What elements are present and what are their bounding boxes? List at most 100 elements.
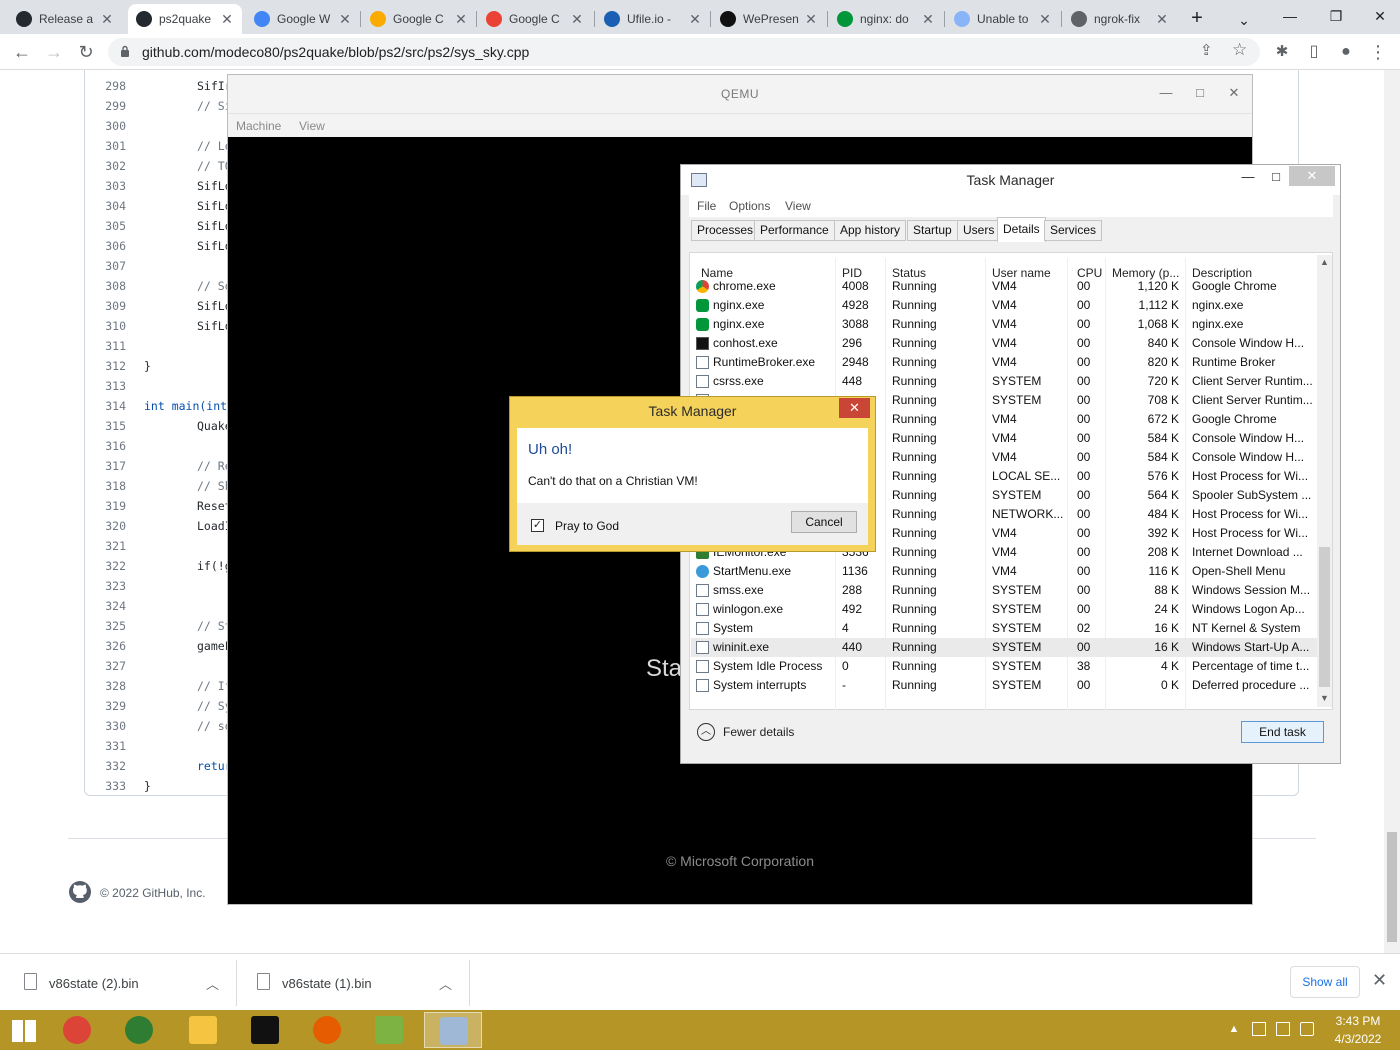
line-number[interactable]: 304	[84, 196, 126, 216]
side-panel-icon[interactable]: ▯	[1302, 40, 1326, 64]
line-number[interactable]: 314	[84, 396, 126, 416]
address-bar[interactable]: github.com/modeco80/ps2quake/blob/ps2/sr…	[108, 38, 1260, 66]
qemu-minimize-button[interactable]: —	[1156, 85, 1176, 100]
line-number[interactable]: 322	[84, 556, 126, 576]
taskbar-chrome[interactable]	[48, 1012, 106, 1048]
browser-tab[interactable]: ngrok-fix ✕	[1063, 4, 1177, 34]
browser-tab[interactable]: ps2quake ✕	[128, 4, 242, 34]
chevron-up-icon[interactable]: ︿	[439, 974, 452, 993]
maximize-button[interactable]: ❐	[1314, 0, 1358, 34]
table-row[interactable]: nginx.exe 4928 Running VM4 00 1,112 K nginx.ex…	[691, 296, 1317, 315]
tab-close-icon[interactable]: ✕	[570, 11, 584, 28]
line-number[interactable]: 315	[84, 416, 126, 436]
page-scrollbar-thumb[interactable]	[1387, 832, 1397, 942]
show-all-button[interactable]: Show all	[1290, 966, 1360, 998]
table-row[interactable]: StartMenu.exe 1136 Running VM4 00 116 K Open-S…	[691, 562, 1317, 581]
line-number[interactable]: 321	[84, 536, 126, 556]
line-number[interactable]: 331	[84, 736, 126, 756]
browser-tab[interactable]: Ufile.io - ✕	[596, 4, 710, 34]
tab-close-icon[interactable]: ✕	[338, 11, 352, 28]
line-number[interactable]: 329	[84, 696, 126, 716]
table-row[interactable]: winlogon.exe 492 Running SYSTEM 00 24 K Window…	[691, 600, 1317, 619]
scroll-down-arrow-icon[interactable]: ▼	[1319, 693, 1330, 703]
cancel-button[interactable]: Cancel	[791, 511, 857, 533]
close-window-button[interactable]: ✕	[1358, 0, 1400, 34]
qemu-menu-machine[interactable]: Machine	[236, 119, 281, 133]
scroll-up-arrow-icon[interactable]: ▲	[1319, 257, 1330, 267]
tab-performance[interactable]: Performance	[754, 220, 835, 241]
tab-users[interactable]: Users	[957, 220, 1001, 241]
browser-tab[interactable]: Google C ✕	[478, 4, 592, 34]
line-number[interactable]: 328	[84, 676, 126, 696]
line-number[interactable]: 324	[84, 596, 126, 616]
tab-close-icon[interactable]: ✕	[454, 11, 468, 28]
taskbar-file-explorer[interactable]	[174, 1012, 232, 1048]
chevron-up-icon[interactable]: ︿	[206, 974, 219, 993]
dialog-close-button[interactable]: ✕	[839, 398, 870, 418]
taskbar-qemu[interactable]	[298, 1012, 356, 1048]
taskbar-network-globe[interactable]	[110, 1012, 168, 1048]
tab-startup[interactable]: Startup	[907, 220, 958, 241]
tm-minimize-button[interactable]: —	[1237, 169, 1259, 184]
tm-maximize-button[interactable]: □	[1265, 169, 1287, 184]
action-center-flag-icon[interactable]	[1252, 1022, 1266, 1036]
tab-app-history[interactable]: App history	[834, 220, 907, 241]
task-manager-titlebar[interactable]: Task Manager — □ ✕	[681, 165, 1340, 195]
line-number[interactable]: 319	[84, 496, 126, 516]
line-number[interactable]: 308	[84, 276, 126, 296]
line-number[interactable]: 311	[84, 336, 126, 356]
browser-tab[interactable]: Google C ✕	[362, 4, 476, 34]
line-number[interactable]: 309	[84, 296, 126, 316]
error-dialog[interactable]: Task Manager ✕ Uh oh! Can't do that on a…	[509, 396, 876, 552]
line-number[interactable]: 318	[84, 476, 126, 496]
tab-close-icon[interactable]: ✕	[1155, 11, 1169, 28]
volume-muted-icon[interactable]	[1300, 1022, 1314, 1036]
pray-checkbox[interactable]: ✓	[531, 519, 544, 532]
line-number[interactable]: 332	[84, 756, 126, 776]
taskbar-command-prompt[interactable]	[236, 1012, 294, 1048]
browser-tab[interactable]: WePresen ✕	[712, 4, 826, 34]
line-number[interactable]: 305	[84, 216, 126, 236]
line-number[interactable]: 333	[84, 776, 126, 796]
taskbar-notepad-plus-plus[interactable]	[360, 1012, 418, 1048]
qemu-maximize-button[interactable]: □	[1190, 85, 1210, 100]
tab-close-icon[interactable]: ✕	[1038, 11, 1052, 28]
line-number[interactable]: 301	[84, 136, 126, 156]
tab-close-icon[interactable]: ✕	[921, 11, 935, 28]
line-number[interactable]: 323	[84, 576, 126, 596]
download-item[interactable]: v86state (2).bin ︿	[0, 954, 236, 1011]
tab-close-icon[interactable]: ✕	[100, 11, 114, 28]
line-number[interactable]: 312	[84, 356, 126, 376]
tab-processes[interactable]: Processes	[691, 220, 760, 241]
line-number[interactable]: 320	[84, 516, 126, 536]
collapse-chevron-icon[interactable]: ︿	[697, 723, 715, 741]
tab-details[interactable]: Details	[997, 217, 1046, 242]
profile-avatar[interactable]: ●	[1334, 40, 1358, 64]
back-button[interactable]: ←	[10, 40, 34, 64]
clock-time[interactable]: 3:43 PM	[1320, 1014, 1396, 1028]
browser-tab[interactable]: Unable to ✕	[946, 4, 1060, 34]
table-row[interactable]: conhost.exe 296 Running VM4 00 840 K Console W…	[691, 334, 1317, 353]
taskbar-task-manager[interactable]	[424, 1012, 482, 1048]
tm-menu-file[interactable]: File	[697, 199, 716, 213]
page-scrollbar[interactable]	[1384, 70, 1400, 953]
minimize-button[interactable]: —	[1268, 0, 1312, 34]
line-number[interactable]: 306	[84, 236, 126, 256]
tm-menu-options[interactable]: Options	[729, 199, 770, 213]
line-number[interactable]: 326	[84, 636, 126, 656]
table-row[interactable]: wininit.exe 440 Running SYSTEM 00 16 K Windows…	[691, 638, 1317, 657]
table-row[interactable]: System Idle Process 0 Running SYSTEM 38 4 K Pe…	[691, 657, 1317, 676]
line-number[interactable]: 302	[84, 156, 126, 176]
github-logo-icon[interactable]	[68, 880, 92, 904]
bookmark-star-icon[interactable]: ☆	[1232, 40, 1247, 60]
process-list-scrollbar-thumb[interactable]	[1319, 547, 1330, 687]
table-row[interactable]: System 4 Running SYSTEM 02 16 K NT Kernel & Sy…	[691, 619, 1317, 638]
tab-services[interactable]: Services	[1044, 220, 1103, 241]
table-row[interactable]: chrome.exe 4008 Running VM4 00 1,120 K Google …	[691, 277, 1317, 296]
tab-close-icon[interactable]: ✕	[688, 11, 702, 28]
end-task-button[interactable]: End task	[1241, 721, 1324, 743]
tray-overflow-icon[interactable]: ▲	[1227, 1022, 1241, 1036]
lock-icon[interactable]	[120, 45, 130, 57]
line-number[interactable]: 307	[84, 256, 126, 276]
qemu-close-button[interactable]: ✕	[1224, 85, 1244, 101]
